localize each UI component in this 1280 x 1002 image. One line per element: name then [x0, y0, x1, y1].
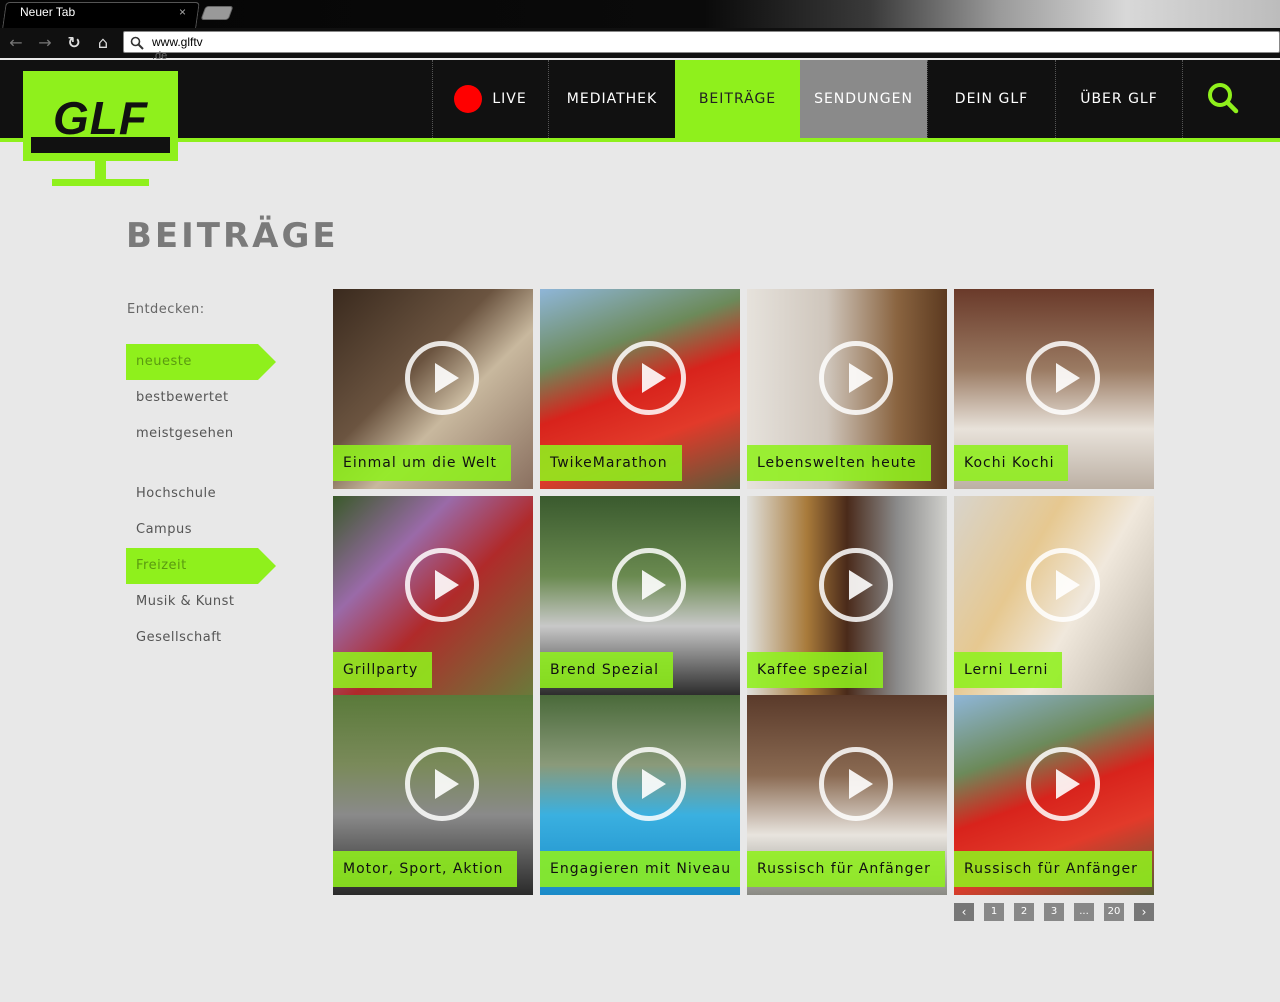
nav-item-label: MEDIATHEK [566, 91, 658, 107]
play-icon[interactable] [819, 341, 893, 415]
pagination-page-2[interactable]: 2 [1014, 903, 1034, 921]
search-icon [1208, 83, 1239, 114]
video-tile[interactable]: Brend Spezial [540, 496, 740, 696]
nav-item-label: SENDUNGEN [814, 91, 913, 107]
category-item-hochschule[interactable]: Hochschule [126, 476, 276, 512]
pagination-next-button[interactable]: › [1134, 903, 1154, 921]
forward-icon[interactable]: → [35, 33, 55, 53]
search-icon [130, 36, 144, 50]
video-title: Motor, Sport, Aktion [333, 851, 518, 887]
video-title: Brend Spezial [540, 652, 673, 688]
browser-tab-bar: Neuer Tab × [0, 0, 1280, 28]
category-item-gesellschaft[interactable]: Gesellschaft [126, 620, 276, 656]
live-dot-icon [454, 85, 483, 113]
main-navigation: LIVE MEDIATHEK BEITRÄGE SENDUNGEN DEIN G… [432, 60, 1182, 138]
video-title: Kaffee spezial [747, 652, 883, 688]
video-title: Lebenswelten heute [747, 445, 931, 481]
play-icon[interactable] [405, 548, 479, 622]
nav-item-mediathek[interactable]: MEDIATHEK [548, 60, 675, 138]
sort-item-bestbewertet[interactable]: bestbewertet [126, 380, 276, 416]
nav-item-label: DEIN GLF [954, 91, 1029, 107]
logo-stand [95, 161, 106, 179]
pagination-ellipsis: ... [1074, 903, 1094, 921]
video-title: Einmal um die Welt [333, 445, 511, 481]
nav-item-label: BEITRÄGE [698, 91, 777, 107]
video-title: Kochi Kochi [954, 445, 1069, 481]
nav-item-sendungen[interactable]: SENDUNGEN [800, 60, 927, 138]
nav-item-beitraege[interactable]: BEITRÄGE [675, 60, 800, 138]
video-tile[interactable]: Lerni Lerni [954, 496, 1154, 696]
video-tile[interactable]: TwikeMarathon [540, 289, 740, 489]
category-item-campus[interactable]: Campus [126, 512, 276, 548]
new-tab-button[interactable] [200, 6, 234, 20]
browser-toolbar: ← → ↻ ⌂ www.glftv [0, 28, 1280, 58]
category-item-freizeit[interactable]: Freizeit [126, 548, 276, 584]
video-title: Grillparty [333, 652, 433, 688]
video-tile[interactable]: Russisch für Anfänger [747, 695, 947, 895]
pagination-page-1[interactable]: 1 [984, 903, 1004, 921]
video-tile[interactable]: Lebenswelten heute [747, 289, 947, 489]
close-tab-icon[interactable]: × [179, 5, 186, 19]
play-icon[interactable] [612, 548, 686, 622]
video-tile[interactable]: Grillparty [333, 496, 533, 696]
play-icon[interactable] [819, 747, 893, 821]
nav-item-dein-glf[interactable]: DEIN GLF [927, 60, 1055, 138]
play-icon[interactable] [405, 747, 479, 821]
nav-item-live[interactable]: LIVE [432, 60, 548, 138]
home-icon[interactable]: ⌂ [93, 33, 113, 53]
site-search-button[interactable] [1182, 60, 1262, 138]
address-bar-text: www.glftv [152, 35, 203, 49]
nav-item-label: LIVE [492, 91, 527, 107]
reload-icon[interactable]: ↻ [64, 33, 84, 53]
site-logo[interactable]: GLF [23, 71, 178, 187]
category-item-musik-kunst[interactable]: Musik & Kunst [126, 584, 276, 620]
video-title: Engagieren mit Niveau [540, 851, 740, 887]
logo-base [52, 179, 149, 186]
play-icon[interactable] [405, 341, 479, 415]
video-title: TwikeMarathon [540, 445, 682, 481]
video-title: Lerni Lerni [954, 652, 1063, 688]
play-icon[interactable] [612, 747, 686, 821]
sort-item-meistgesehen[interactable]: meistgesehen [126, 416, 276, 452]
address-bar[interactable]: www.glftv [123, 31, 1280, 53]
video-tile[interactable]: Engagieren mit Niveau [540, 695, 740, 895]
sort-item-neueste[interactable]: neueste [126, 344, 276, 380]
play-icon[interactable] [612, 341, 686, 415]
logo-screen: GLF [23, 71, 178, 161]
header-divider [0, 138, 1280, 142]
pagination-prev-button[interactable]: ‹ [954, 903, 974, 921]
back-icon[interactable]: ← [6, 33, 26, 53]
nav-item-ueber-glf[interactable]: ÜBER GLF [1055, 60, 1182, 138]
browser-tab-title[interactable]: Neuer Tab [20, 5, 75, 19]
play-icon[interactable] [1026, 548, 1100, 622]
play-icon[interactable] [819, 548, 893, 622]
video-tile[interactable]: Kochi Kochi [954, 289, 1154, 489]
nav-item-label: ÜBER GLF [1080, 91, 1158, 107]
logo-text: GLF [53, 92, 148, 144]
play-icon[interactable] [1026, 341, 1100, 415]
play-icon[interactable] [1026, 747, 1100, 821]
video-tile[interactable]: Einmal um die Welt [333, 289, 533, 489]
pagination-page-3[interactable]: 3 [1044, 903, 1064, 921]
discover-label: Entdecken: [127, 302, 205, 317]
video-tile[interactable]: Russisch für Anfänger [954, 695, 1154, 895]
video-tile[interactable]: Motor, Sport, Aktion [333, 695, 533, 895]
video-tile[interactable]: Kaffee spezial [747, 496, 947, 696]
pagination-page-20[interactable]: 20 [1104, 903, 1124, 921]
video-title: Russisch für Anfänger [954, 851, 1152, 887]
video-title: Russisch für Anfänger [747, 851, 945, 887]
page-title: BEITRÄGE [126, 216, 339, 256]
